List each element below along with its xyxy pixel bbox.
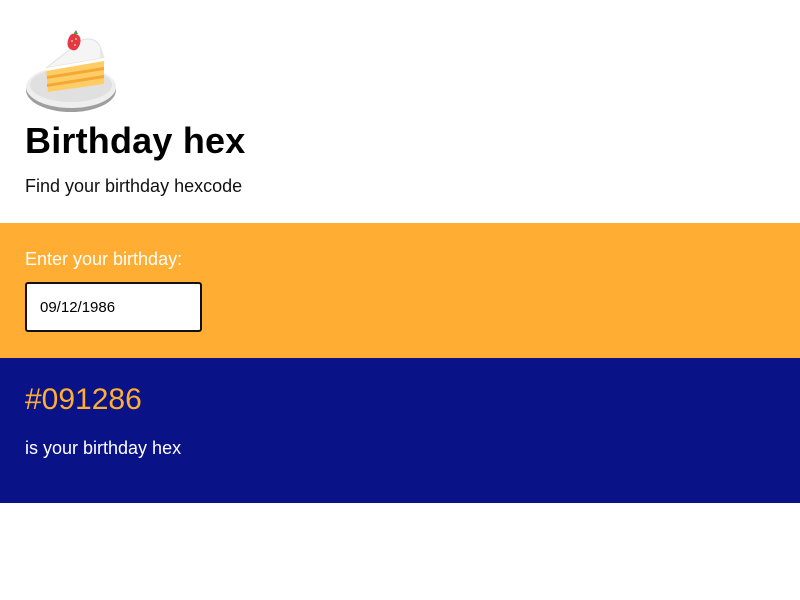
- birthday-input-section: Enter your birthday:: [0, 223, 800, 358]
- birthday-input-label: Enter your birthday:: [25, 249, 183, 269]
- page-title: Birthday hex: [25, 120, 246, 161]
- header: Birthday hex Find your birthday hexcode: [0, 0, 800, 223]
- page-subtitle: Find your birthday hexcode: [25, 176, 243, 196]
- birthday-hex-caption: is your birthday hex: [25, 438, 182, 458]
- birthday-date-input[interactable]: [25, 282, 202, 332]
- page: Birthday hex Find your birthday hexcode …: [0, 0, 800, 600]
- birthday-cake-icon: [26, 30, 116, 112]
- result-section: #091286 is your birthday hex: [0, 358, 800, 503]
- birthday-hex-value: #091286: [25, 383, 142, 416]
